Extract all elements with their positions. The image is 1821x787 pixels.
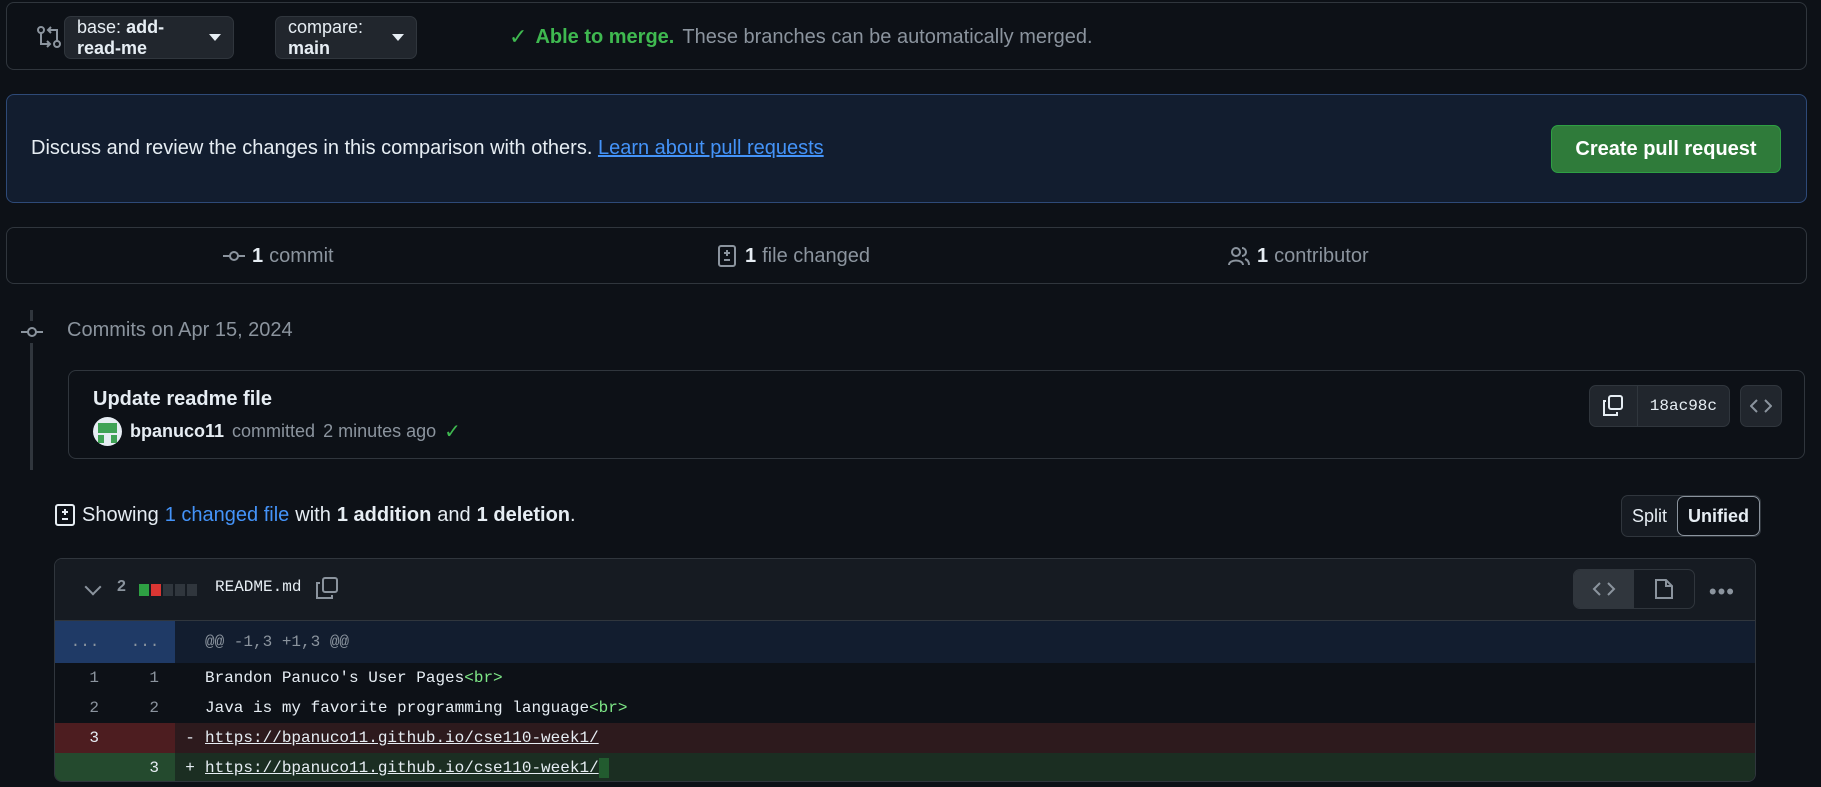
old-line-number[interactable]: 1 xyxy=(55,663,115,693)
unified-view-button[interactable]: Unified xyxy=(1677,496,1761,536)
diff-line: 2 2 Java is my favorite programming lang… xyxy=(55,693,1755,723)
file-icon xyxy=(1655,579,1673,599)
diff-line-added: 3 + https://bpanuco11.github.io/cse110-w… xyxy=(55,753,1755,781)
diff-marker: - xyxy=(185,729,195,747)
git-compare-icon xyxy=(37,26,61,48)
file-diff: 2 README.md ••• ... ... @@ -1,3 +1,3 @@ … xyxy=(54,558,1756,782)
commit-time: 2 minutes ago xyxy=(323,421,437,441)
caret-down-icon xyxy=(209,34,221,41)
create-pull-request-button[interactable]: Create pull request xyxy=(1551,125,1781,173)
commit-action: committed xyxy=(232,421,316,441)
url-link[interactable]: https://bpanuco11.github.io/cse110-week1… xyxy=(205,759,599,777)
merge-status: ✓ Able to merge. These branches can be a… xyxy=(509,24,1093,50)
diff-line-deleted: 3 - https://bpanuco11.github.io/cse110-w… xyxy=(55,723,1755,753)
commit-icon xyxy=(223,251,245,261)
contributors-count: 1 xyxy=(1257,244,1269,267)
compare-stats: 1 commit 1 file changed 1 contributor xyxy=(6,227,1807,284)
commit-sha-group: 18ac98c xyxy=(1588,385,1730,427)
avatar[interactable] xyxy=(93,417,122,446)
compare-prefix: compare: xyxy=(288,16,364,37)
new-line-number[interactable]: 3 xyxy=(115,753,175,781)
check-icon: ✓ xyxy=(509,24,528,49)
deletions-count: 1 deletion xyxy=(476,503,571,526)
commits-stat[interactable]: 1 commit xyxy=(222,244,334,268)
check-icon[interactable]: ✓ xyxy=(444,419,461,444)
commit-meta: bpanuco11 committed 2 minutes ago ✓ xyxy=(93,417,461,446)
kebab-horizontal-icon[interactable]: ••• xyxy=(1709,579,1735,605)
and-text: and xyxy=(437,503,471,526)
old-line-number[interactable]: 3 xyxy=(55,723,115,753)
diff-view-toggle: Split Unified xyxy=(1621,495,1762,537)
with-text: with xyxy=(295,503,331,526)
expand-down-button[interactable]: ... xyxy=(115,621,175,663)
file-diff-icon xyxy=(718,245,736,267)
period-text: . xyxy=(570,503,576,526)
chevron-down-icon[interactable] xyxy=(84,578,102,596)
changed-files-link[interactable]: 1 changed file xyxy=(165,504,290,527)
rich-diff-button[interactable] xyxy=(1634,570,1694,608)
merge-ok-text: Able to merge. xyxy=(535,25,675,48)
old-line-number xyxy=(55,753,115,781)
new-line-number[interactable]: 2 xyxy=(115,693,175,723)
diff-line: 1 1 Brandon Panuco's User Pages<br> xyxy=(55,663,1755,693)
diff-line-code: Brandon Panuco's User Pages<br> xyxy=(205,669,503,687)
file-diff-icon xyxy=(55,504,75,526)
additions-count: 1 addition xyxy=(336,503,432,526)
file-view-group xyxy=(1573,569,1695,609)
file-name-link[interactable]: README.md xyxy=(215,578,301,596)
merge-desc-text: These branches can be automatically merg… xyxy=(682,25,1093,48)
file-header: 2 README.md ••• xyxy=(55,559,1755,621)
files-label: file changed xyxy=(762,244,870,267)
compare-branch-name: main xyxy=(288,37,331,58)
copy-sha-button[interactable] xyxy=(1590,386,1638,426)
compare-blurb: Discuss and review the changes in this c… xyxy=(6,94,1807,203)
commits-label: commit xyxy=(269,244,334,267)
blurb-description: Discuss and review the changes in this c… xyxy=(31,137,593,159)
new-line-number[interactable]: 1 xyxy=(115,663,175,693)
copy-icon xyxy=(1603,395,1624,416)
hunk-header: @@ -1,3 +1,3 @@ xyxy=(205,633,350,651)
url-link[interactable]: https://bpanuco11.github.io/cse110-week1… xyxy=(205,729,599,747)
commit-title-link[interactable]: Update readme file xyxy=(93,388,272,411)
blurb-text: Discuss and review the changes in this c… xyxy=(31,137,824,160)
learn-pull-requests-link[interactable]: Learn about pull requests xyxy=(598,137,824,159)
base-branch-select[interactable]: base: add-read-me xyxy=(64,16,234,59)
diff-marker: + xyxy=(185,759,195,777)
added-char-highlight xyxy=(598,758,609,778)
commit-sha-link[interactable]: 18ac98c xyxy=(1638,386,1729,426)
old-line-number[interactable]: 2 xyxy=(55,693,115,723)
commit-item: Update readme file bpanuco11 committed 2… xyxy=(68,370,1805,459)
diff-line-code: Java is my favorite programming language… xyxy=(205,699,628,717)
code-icon xyxy=(1592,582,1616,596)
base-prefix: base: xyxy=(77,16,122,37)
contributors-label: contributor xyxy=(1274,244,1369,267)
commits-count: 1 xyxy=(252,244,264,267)
expand-up-button[interactable]: ... xyxy=(55,621,115,663)
files-changed-stat[interactable]: 1 file changed xyxy=(715,244,870,268)
diff-line-code: https://bpanuco11.github.io/cse110-week1… xyxy=(205,758,609,778)
source-diff-button[interactable] xyxy=(1574,570,1634,608)
file-change-count: 2 xyxy=(117,578,126,595)
diffstat-bar xyxy=(139,584,197,596)
files-count: 1 xyxy=(745,244,757,267)
caret-down-icon xyxy=(392,34,404,41)
copy-icon[interactable] xyxy=(315,576,339,600)
commits-date-header: Commits on Apr 15, 2024 xyxy=(67,319,293,341)
showing-text: Showing xyxy=(82,503,159,526)
browse-repo-button[interactable] xyxy=(1740,385,1782,427)
contributors-stat[interactable]: 1 contributor xyxy=(1227,244,1369,268)
code-icon xyxy=(1750,399,1772,413)
people-icon xyxy=(1228,247,1250,266)
diff-line-code: https://bpanuco11.github.io/cse110-week1… xyxy=(205,729,599,747)
diff-summary: Showing 1 changed file with 1 addition a… xyxy=(54,503,576,527)
commit-icon xyxy=(20,321,44,343)
compare-range-bar: base: add-read-me ← ... compare: main ✓ … xyxy=(6,2,1807,70)
new-line-number xyxy=(115,723,175,753)
split-view-button[interactable]: Split xyxy=(1622,496,1677,536)
compare-branch-select[interactable]: compare: main xyxy=(275,16,417,59)
hunk-header-row: ... ... @@ -1,3 +1,3 @@ xyxy=(55,621,1755,663)
commit-author[interactable]: bpanuco11 xyxy=(130,421,224,442)
